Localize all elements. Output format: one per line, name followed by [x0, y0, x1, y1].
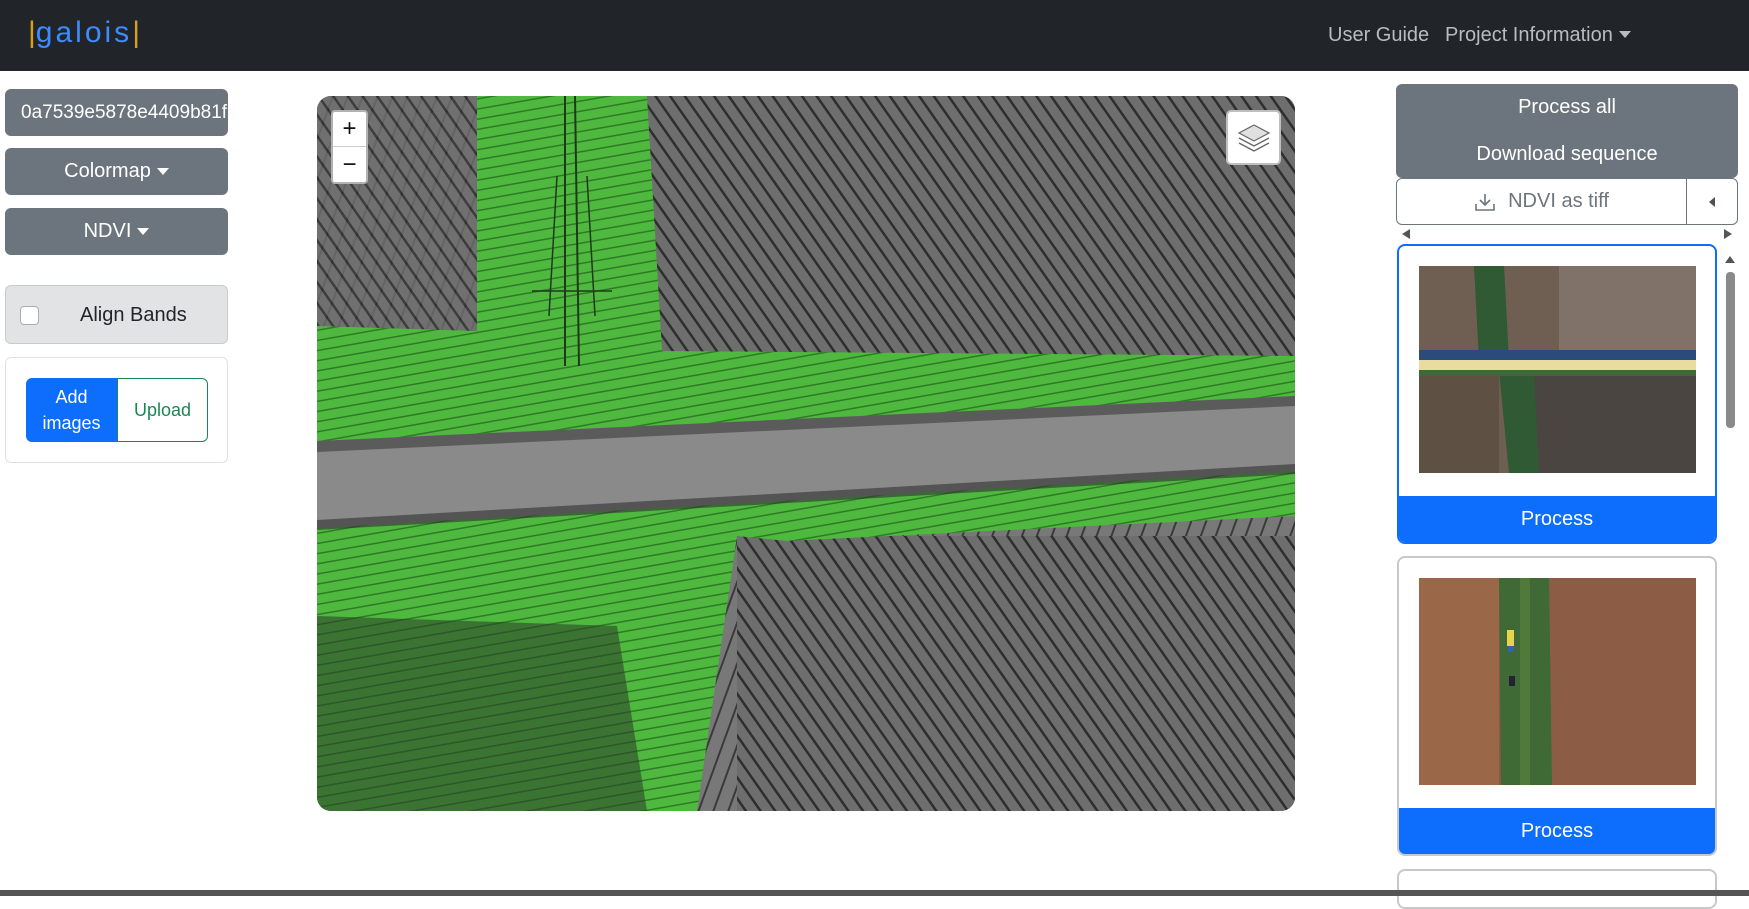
layers-icon [1237, 123, 1270, 152]
colormap-dropdown[interactable]: Colormap [5, 148, 228, 195]
image-thumbnail-2[interactable] [1419, 578, 1696, 785]
align-bands-label: Align Bands [80, 304, 187, 326]
thumbnail-image [1419, 578, 1696, 785]
align-bands-toggle[interactable]: Align Bands [5, 285, 228, 344]
zoom-out-button[interactable]: − [333, 147, 366, 182]
download-options-toggle[interactable] [1687, 179, 1737, 224]
process-button-1[interactable]: Process [1399, 496, 1715, 542]
image-thumbnail-1[interactable] [1419, 266, 1696, 473]
image-card-3[interactable] [1397, 869, 1717, 909]
download-sequence-button[interactable]: Download sequence [1396, 131, 1738, 178]
index-dropdown[interactable]: NDVI [5, 208, 228, 255]
vertical-scrollbar[interactable] [1723, 250, 1737, 855]
upload-button[interactable]: Upload [117, 378, 208, 442]
chevron-down-icon [1618, 31, 1631, 38]
map-view[interactable]: + − [317, 96, 1295, 811]
chevron-down-icon [156, 168, 169, 175]
nav-user-guide[interactable]: User Guide [1328, 22, 1429, 48]
bottom-edge [0, 890, 1749, 896]
zoom-control: + − [331, 110, 368, 184]
align-bands-checkbox[interactable] [20, 306, 39, 325]
caret-left-icon [1709, 196, 1715, 207]
project-id-button[interactable]: 0a7539e5878e4409b81f [5, 89, 228, 136]
nav-project-information[interactable]: Project Information [1445, 22, 1631, 48]
horizontal-scrollbar[interactable] [1396, 228, 1738, 240]
download-ndvi-button[interactable]: NDVI as tiff [1397, 179, 1687, 224]
process-button-2[interactable]: Process [1399, 808, 1715, 854]
add-images-button[interactable]: Add images [26, 378, 117, 442]
top-navbar: |galois| User Guide Project Information [0, 0, 1749, 71]
download-split-button: NDVI as tiff [1396, 178, 1738, 225]
image-card-2[interactable]: Process [1397, 556, 1717, 856]
image-card-1[interactable]: Process [1397, 244, 1717, 544]
thumbnail-image [1419, 266, 1696, 473]
upload-card: Add images Upload [5, 357, 228, 463]
process-all-button[interactable]: Process all [1396, 84, 1738, 131]
brand-logo[interactable]: |galois| [28, 14, 140, 52]
ndvi-field-image [317, 96, 1295, 811]
brand-text: galois [35, 16, 133, 49]
zoom-in-button[interactable]: + [333, 112, 366, 147]
chevron-down-icon [137, 228, 150, 235]
layers-button[interactable] [1226, 110, 1281, 165]
download-icon [1475, 193, 1495, 211]
